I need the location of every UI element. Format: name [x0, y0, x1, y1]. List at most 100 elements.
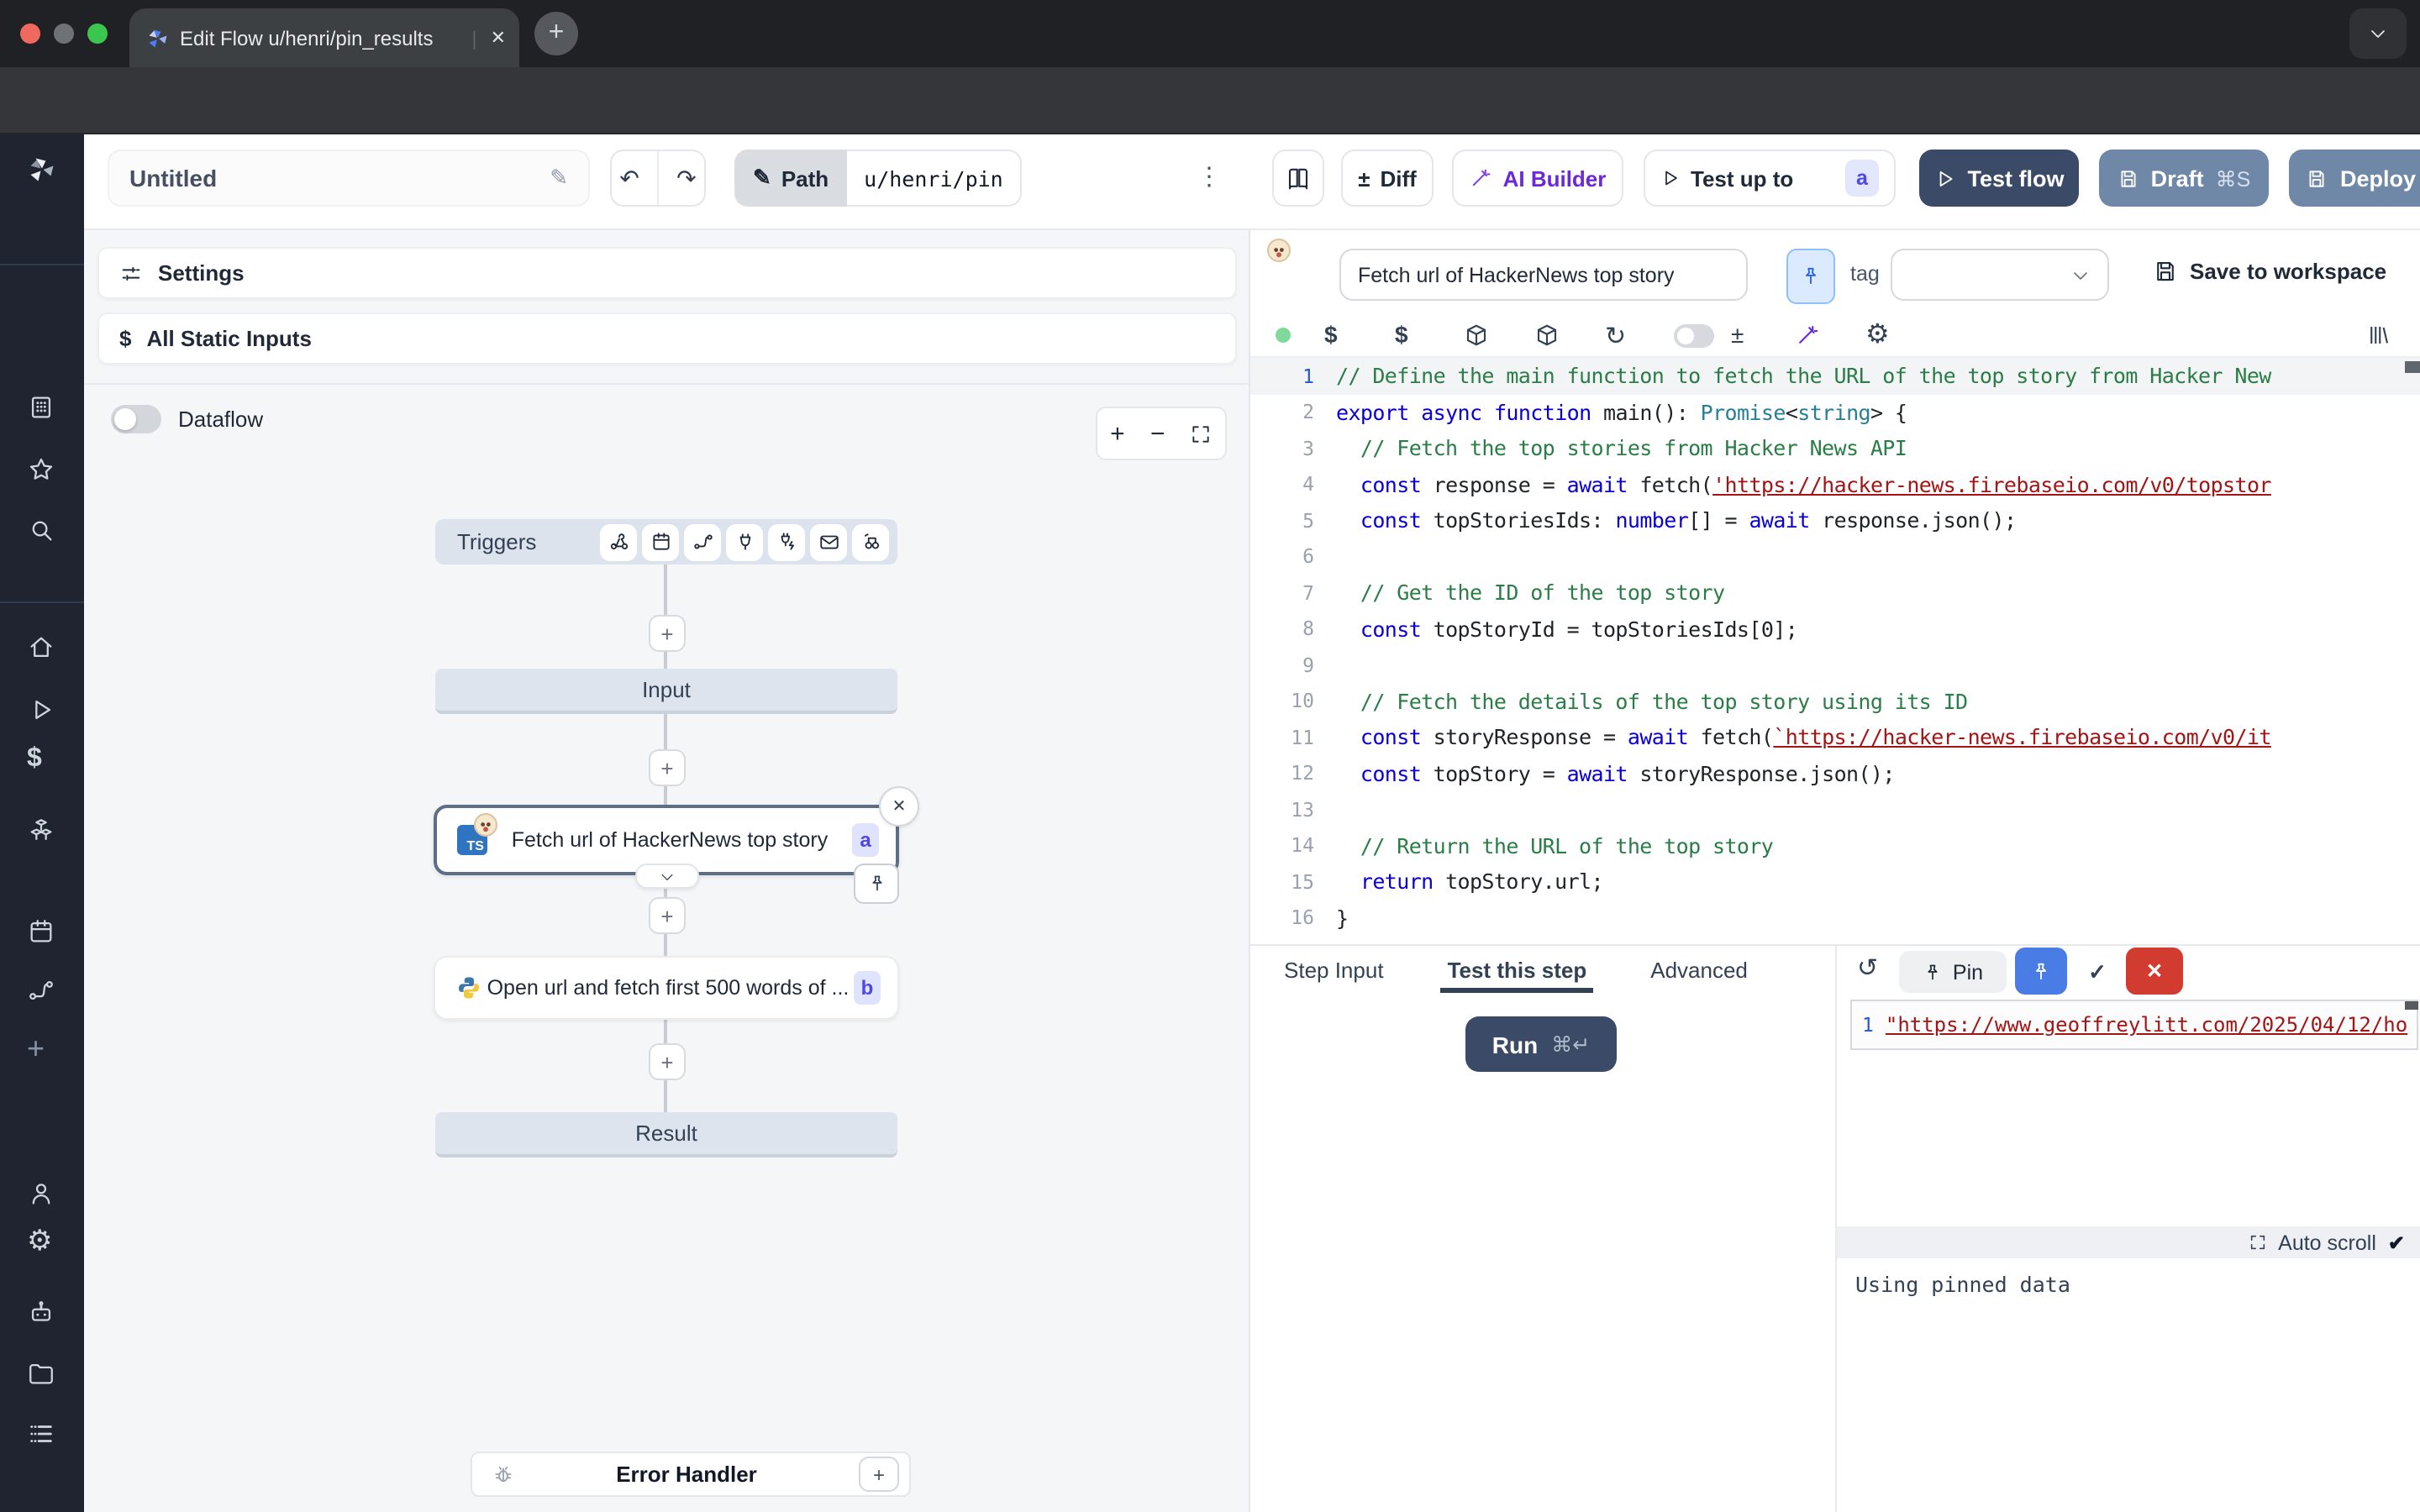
schedules-calendar-icon[interactable]: [27, 917, 55, 946]
new-tab-button[interactable]: +: [534, 12, 578, 55]
routes-icon[interactable]: [27, 976, 55, 1005]
zoom-out-icon[interactable]: −: [1150, 419, 1165, 448]
package-icon[interactable]: [1464, 323, 1489, 348]
code-line[interactable]: 13: [1250, 791, 2420, 827]
code-line[interactable]: 16}: [1250, 900, 2420, 936]
history-icon[interactable]: ↺: [1857, 953, 1878, 983]
remove-node-button[interactable]: ✕: [879, 786, 919, 827]
code-line[interactable]: 1// Define the main function to fetch th…: [1250, 358, 2420, 394]
reload-icon[interactable]: ↻: [1605, 321, 1626, 351]
code-line[interactable]: 11 const storyResponse = await fetch(`ht…: [1250, 719, 2420, 755]
auto-scroll-bar[interactable]: Auto scroll ✔: [1837, 1226, 2420, 1258]
expand-icon[interactable]: [2248, 1233, 2266, 1252]
dataflow-toggle[interactable]: [111, 405, 161, 433]
result-node[interactable]: Result: [435, 1112, 897, 1158]
tag-select[interactable]: [1891, 249, 2109, 301]
flow-name-field[interactable]: Untitled ✎: [108, 150, 590, 207]
runs-play-icon[interactable]: [27, 696, 55, 724]
add-error-handler-button[interactable]: +: [859, 1457, 899, 1492]
windmill-logo[interactable]: [27, 155, 57, 185]
tab-advanced[interactable]: Advanced: [1650, 946, 1748, 993]
tab-close-icon[interactable]: ✕: [491, 27, 506, 49]
collapse-node-button[interactable]: [635, 864, 699, 889]
add-icon[interactable]: +: [27, 1035, 45, 1063]
email-trigger-icon[interactable]: [810, 523, 847, 560]
code-line[interactable]: 14 // Return the URL of the top story: [1250, 827, 2420, 864]
window-minimize-button[interactable]: [54, 24, 74, 44]
library-icon[interactable]: [2366, 323, 2391, 348]
undo-icon[interactable]: ↶: [612, 164, 647, 192]
add-step-button[interactable]: +: [649, 615, 686, 652]
code-line[interactable]: 2export async function main(): Promise<s…: [1250, 394, 2420, 430]
pinned-data-editor[interactable]: 1 "https://www.geoffreylitt.com/2025/04/…: [1850, 1000, 2418, 1050]
workers-robot-icon[interactable]: [27, 1299, 55, 1327]
plus-minus-icon[interactable]: ±: [1731, 321, 1744, 348]
code-line[interactable]: 4 const response = await fetch('https://…: [1250, 466, 2420, 502]
zoom-in-icon[interactable]: +: [1110, 419, 1125, 448]
code-line[interactable]: 8 const topStoryId = topStoriesIds[0];: [1250, 611, 2420, 647]
flow-node-b[interactable]: Open url and fetch first 500 words of ..…: [434, 956, 899, 1020]
draft-button[interactable]: Draft ⌘S: [2099, 150, 2269, 207]
redo-icon[interactable]: ↷: [669, 164, 704, 192]
run-button[interactable]: Run ⌘↵: [1465, 1016, 1617, 1072]
code-line[interactable]: 15 return topStory.url;: [1250, 864, 2420, 900]
ai-wand-icon[interactable]: [1795, 323, 1820, 348]
websocket-trigger-icon[interactable]: [726, 523, 763, 560]
test-up-to-button[interactable]: Test up to a: [1644, 150, 1896, 207]
code-line[interactable]: 3 // Fetch the top stories from Hacker N…: [1250, 430, 2420, 466]
test-up-to-step-badge[interactable]: a: [1845, 160, 1879, 197]
flow-path-control[interactable]: ✎Path u/henri/pin: [734, 150, 1022, 207]
code-line[interactable]: 7 // Get the ID of the top story: [1250, 575, 2420, 611]
code-line[interactable]: 6: [1250, 538, 2420, 575]
window-zoom-button[interactable]: [87, 24, 108, 44]
edit-pencil-icon[interactable]: ✎: [550, 165, 568, 192]
diff-button[interactable]: ±Diff: [1341, 150, 1434, 207]
pin-toggle-button[interactable]: [1786, 249, 1835, 304]
remove-pin-button[interactable]: ✕: [2126, 948, 2183, 995]
node-pin-badge[interactable]: [854, 864, 899, 904]
variables-dollar-icon[interactable]: $: [1324, 321, 1338, 348]
add-step-button[interactable]: +: [649, 1043, 686, 1080]
code-line[interactable]: 10 // Fetch the details of the top story…: [1250, 683, 2420, 719]
docs-button[interactable]: [1272, 150, 1324, 207]
editor-settings-gear-icon[interactable]: ⚙: [1865, 318, 1890, 351]
favorites-star-icon[interactable]: [27, 455, 55, 484]
pin-result-button[interactable]: Pin: [1899, 951, 2007, 993]
settings-gear-icon[interactable]: ⚙: [27, 1226, 53, 1255]
add-step-button[interactable]: +: [649, 897, 686, 934]
editor-scrollbar[interactable]: [2405, 361, 2420, 373]
tab-search-button[interactable]: [2349, 8, 2407, 59]
save-to-workspace-button[interactable]: Save to workspace: [2153, 259, 2386, 284]
diff-mode-toggle[interactable]: [1674, 324, 1714, 348]
code-line[interactable]: 9: [1250, 647, 2420, 683]
home-icon[interactable]: [27, 633, 55, 662]
input-node[interactable]: Input: [435, 669, 897, 714]
window-close-button[interactable]: [20, 24, 40, 44]
auto-scroll-check-icon[interactable]: ✔: [2388, 1231, 2405, 1254]
workspace-icon[interactable]: [27, 393, 55, 422]
poll-trigger-icon[interactable]: [852, 523, 889, 560]
ai-builder-button[interactable]: AI Builder: [1452, 150, 1623, 207]
code-line[interactable]: 12 const topStory = await storyResponse.…: [1250, 755, 2420, 791]
deploy-button[interactable]: Deploy: [2289, 150, 2420, 207]
resources-dollar-icon[interactable]: $: [1395, 321, 1408, 348]
package-icon[interactable]: [1534, 323, 1560, 348]
all-static-inputs-row[interactable]: $ All Static Inputs: [97, 312, 1237, 365]
kafka-trigger-icon[interactable]: [768, 523, 805, 560]
add-step-button[interactable]: +: [649, 749, 686, 786]
error-handler-node[interactable]: Error Handler +: [471, 1452, 911, 1497]
webhook-trigger-icon[interactable]: [600, 523, 637, 560]
test-flow-button[interactable]: Test flow: [1919, 150, 2079, 207]
pinned-active-button[interactable]: [2015, 948, 2067, 995]
code-line[interactable]: 5 const topStoriesIds: number[] = await …: [1250, 502, 2420, 538]
tab-step-input[interactable]: Step Input: [1284, 946, 1384, 993]
http-route-trigger-icon[interactable]: [684, 523, 721, 560]
variables-dollar-icon[interactable]: $: [27, 744, 42, 773]
logs-list-icon[interactable]: [27, 1420, 55, 1448]
browser-tab[interactable]: Edit Flow u/henri/pin_results | ✕: [129, 8, 519, 67]
more-options-icon[interactable]: ⋮: [1197, 150, 1222, 207]
tab-test-this-step[interactable]: Test this step: [1448, 946, 1587, 993]
step-name-input[interactable]: [1339, 249, 1748, 301]
resources-cubes-icon[interactable]: [27, 816, 55, 845]
fit-view-icon[interactable]: [1191, 423, 1213, 444]
